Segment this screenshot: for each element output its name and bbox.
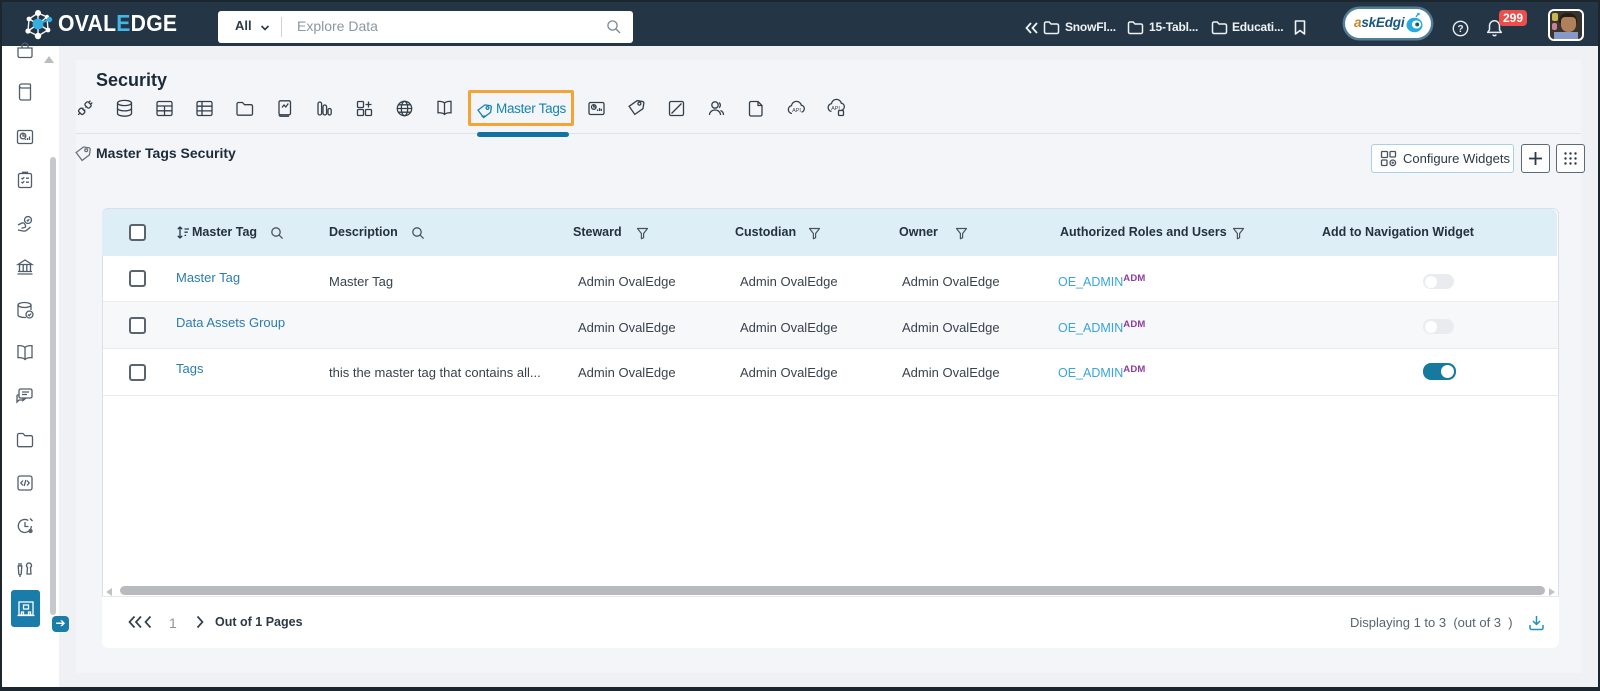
svg-text:API: API xyxy=(792,108,801,114)
svg-text:?: ? xyxy=(1457,24,1463,35)
